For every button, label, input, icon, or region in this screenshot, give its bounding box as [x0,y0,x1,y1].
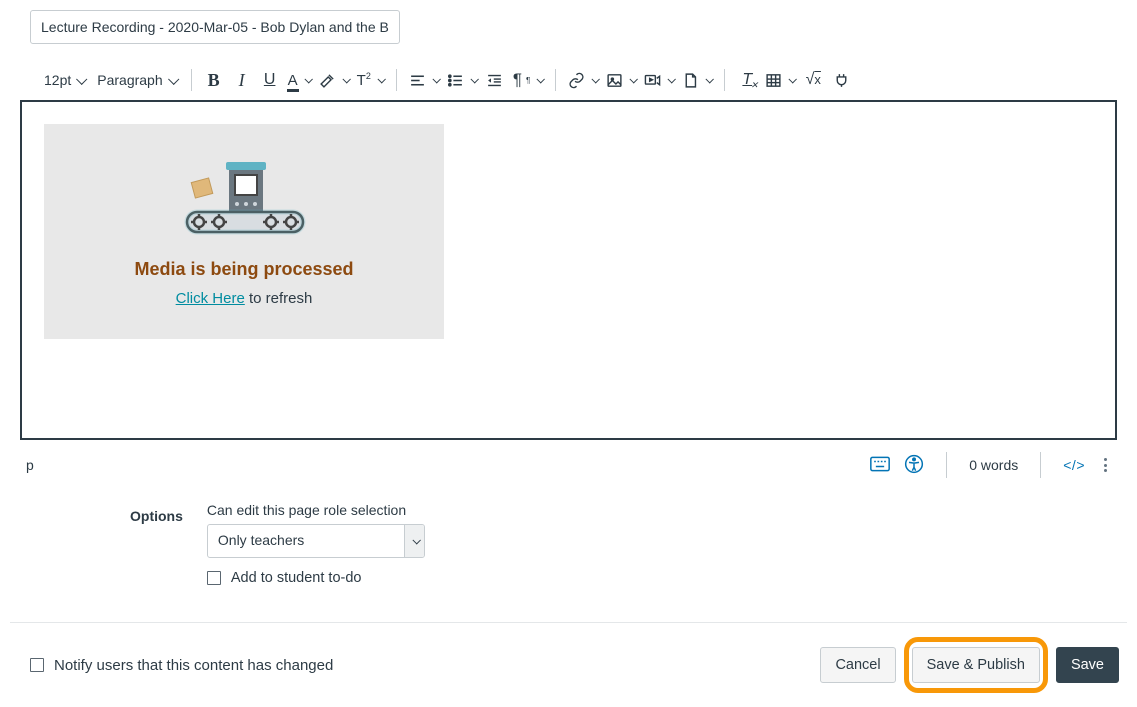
highlight-color-button[interactable] [315,66,353,94]
chevron-down-icon [76,74,87,85]
chevron-down-icon [342,75,350,83]
italic-button[interactable]: I [228,66,256,94]
font-size-label: 12pt [44,72,71,88]
image-button[interactable] [602,66,640,94]
bold-button[interactable]: B [200,66,228,94]
cancel-button[interactable]: Cancel [820,647,895,683]
editor-toolbar: 12pt Paragraph B I U A T2 ¶¶ [10,62,1127,100]
options-section: Options Can edit this page role selectio… [130,502,1127,586]
media-button[interactable] [640,66,678,94]
more-options-icon[interactable] [1099,458,1111,472]
embed-button[interactable] [827,66,855,94]
highlight-icon [319,72,336,89]
notify-users-option[interactable]: Notify users that this content has chang… [30,657,333,674]
chevron-down-icon [168,74,179,85]
superscript-icon: T2 [357,71,371,89]
superscript-button[interactable]: T2 [353,66,388,94]
equation-button[interactable]: √x [799,66,827,94]
save-button[interactable]: Save [1056,647,1119,683]
role-select-value: Only teachers [208,525,404,557]
keyboard-shortcuts-icon[interactable] [870,456,890,475]
role-select-label: Can edit this page role selection [207,502,425,518]
block-format-select[interactable]: Paragraph [91,66,182,94]
bullet-list-icon [447,72,464,89]
chevron-down-icon [537,75,545,83]
role-select[interactable]: Only teachers [207,524,425,558]
outdent-icon [486,72,503,89]
list-button[interactable] [443,66,481,94]
page-title-input[interactable] [30,10,400,44]
editor-body[interactable]: Media is being processed Click Here to r… [20,100,1117,440]
add-to-todo-label: Add to student to-do [231,570,362,586]
chevron-down-icon [592,75,600,83]
media-refresh-link[interactable]: Click Here [176,290,245,307]
font-size-select[interactable]: 12pt [38,66,91,94]
chevron-down-icon [377,75,385,83]
image-icon [606,72,623,89]
toolbar-separator [396,69,397,91]
clear-format-icon: T✕ [742,71,752,89]
chevron-down-icon [412,536,420,544]
square-root-icon: √x [806,71,821,89]
paragraph-icon: ¶ [513,70,522,90]
indent-button[interactable] [481,66,509,94]
status-separator [946,452,947,478]
block-format-label: Paragraph [97,72,162,88]
chevron-down-icon [789,75,797,83]
checkbox-icon [207,571,221,585]
save-and-publish-button[interactable]: Save & Publish [912,647,1040,683]
document-button[interactable] [678,66,716,94]
chevron-down-icon [706,75,714,83]
options-heading: Options [130,508,183,524]
add-to-todo-option[interactable]: Add to student to-do [207,570,425,586]
alignment-button[interactable] [405,66,443,94]
underline-button[interactable]: U [256,66,284,94]
media-processing-heading: Media is being processed [64,259,424,280]
toolbar-separator [191,69,192,91]
link-icon [568,72,585,89]
chevron-down-icon [432,75,440,83]
clear-format-button[interactable]: T✕ [733,66,761,94]
accessibility-checker-icon[interactable] [904,454,924,477]
media-icon [644,72,661,89]
text-direction-button[interactable]: ¶¶ [509,66,547,94]
chevron-down-icon [304,75,312,83]
text-color-button[interactable]: A [284,66,315,94]
status-separator [1040,452,1041,478]
chevron-down-icon [630,75,638,83]
align-left-icon [409,72,426,89]
media-refresh-line: Click Here to refresh [64,290,424,307]
media-refresh-suffix: to refresh [245,290,313,307]
html-view-button[interactable]: </> [1063,457,1085,473]
save-publish-highlight: Save & Publish [904,637,1048,693]
plug-icon [833,72,850,89]
toolbar-separator [555,69,556,91]
table-icon [765,72,782,89]
chevron-down-icon [470,75,478,83]
page-footer: Notify users that this content has chang… [10,623,1127,707]
text-color-icon: A [288,72,298,89]
table-button[interactable] [761,66,799,94]
role-select-toggle[interactable] [404,525,424,557]
toolbar-separator [724,69,725,91]
media-placeholder-card: Media is being processed Click Here to r… [44,124,444,339]
word-count: 0 words [969,457,1018,473]
chevron-down-icon [668,75,676,83]
notify-users-label: Notify users that this content has chang… [54,657,333,674]
conveyor-icon [169,152,319,252]
link-button[interactable] [564,66,602,94]
editor-status-bar: p 0 words </> [20,452,1117,478]
element-path[interactable]: p [26,457,34,473]
checkbox-icon [30,658,44,672]
document-icon [682,72,699,89]
